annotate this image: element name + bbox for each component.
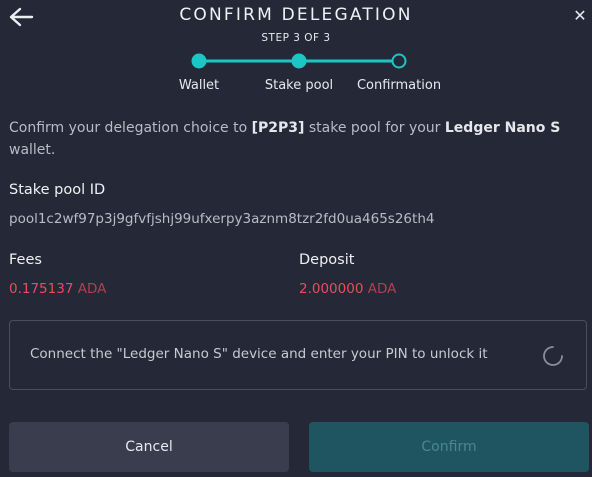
step-dot-wallet — [191, 53, 207, 69]
fees-label: Fees — [9, 252, 42, 268]
confirm-button[interactable]: Confirm — [309, 422, 589, 472]
deposit-amount: 2.000000 — [299, 281, 364, 297]
step-label-confirmation: Confirmation — [356, 78, 442, 93]
deposit-value: 2.000000 ADA — [299, 281, 396, 297]
spinner-icon — [543, 346, 563, 366]
dialog-header: CONFIRM DELEGATION ✕ STEP 3 OF 3 Wallet … — [0, 0, 592, 100]
deposit-currency: ADA — [367, 281, 397, 297]
hardware-wallet-status-box: Connect the "Ledger Nano S" device and e… — [9, 320, 587, 390]
cancel-button[interactable]: Cancel — [9, 422, 289, 472]
stake-pool-id-value: pool1c2wf97p3j9gfvfjshj99ufxerpy3aznm8tz… — [9, 211, 435, 227]
stake-pool-id-label: Stake pool ID — [9, 182, 106, 198]
fees-amount: 0.175137 — [9, 281, 74, 297]
delegation-intro-text: Confirm your delegation choice to [P2P3]… — [9, 120, 561, 158]
step-label-wallet: Wallet — [178, 78, 220, 93]
step-label-stake-pool: Stake pool — [264, 78, 334, 93]
wallet-name: Ledger Nano S — [444, 120, 561, 136]
pool-ticker: [P2P3] — [251, 120, 305, 136]
hardware-wallet-message: Connect the "Ledger Nano S" device and e… — [30, 346, 488, 362]
step-dot-confirmation — [391, 53, 407, 69]
step-dot-stake-pool — [291, 53, 307, 69]
deposit-label: Deposit — [299, 252, 355, 268]
fees-currency: ADA — [77, 281, 107, 297]
fees-value: 0.175137 ADA — [9, 281, 106, 297]
